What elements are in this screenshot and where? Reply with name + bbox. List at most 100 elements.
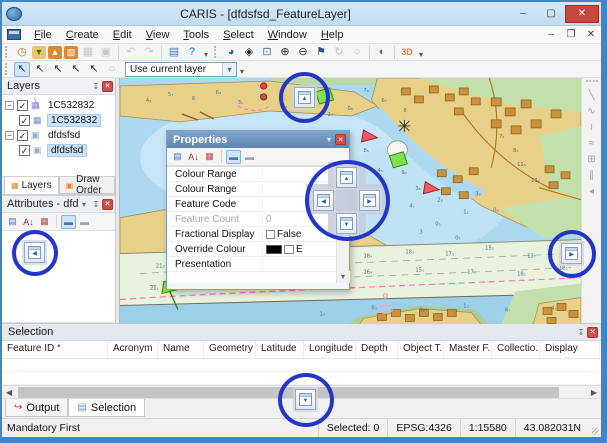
property-row[interactable]: Colour Range: [167, 182, 336, 197]
column-header-object-t[interactable]: Object T...: [398, 341, 444, 358]
grid-view-icon[interactable]: ▦: [202, 150, 217, 164]
menu-view[interactable]: View: [139, 28, 177, 42]
scrollbar-thumb[interactable]: [18, 387, 559, 398]
draw-scurve-icon[interactable]: ≀: [584, 119, 600, 135]
property-value[interactable]: 0: [263, 214, 336, 225]
layer-node[interactable]: −✓▦╲1C532832: [5, 98, 115, 113]
layer-checkbox[interactable]: ✓: [19, 115, 30, 126]
three-d-icon[interactable]: 3D: [399, 45, 415, 60]
zoom-out-icon[interactable]: ⊖: [295, 45, 311, 60]
select-box-icon[interactable]: ↖: [68, 62, 84, 77]
select-box-add-icon[interactable]: ↖: [86, 62, 102, 77]
pin-icon[interactable]: ↧: [90, 80, 102, 92]
dock-guide-up-button[interactable]: ▲: [294, 87, 315, 108]
dock-guide-down-button[interactable]: ▼: [295, 389, 316, 410]
categorized-icon[interactable]: ▤: [170, 150, 185, 164]
layer-node[interactable]: −✓▣dfdsfsd: [5, 128, 115, 143]
maximize-button[interactable]: ▢: [537, 5, 565, 23]
close-icon[interactable]: ✕: [102, 81, 113, 92]
overflow-icon[interactable]: ▾: [419, 50, 423, 60]
tab-selection[interactable]: ▤Selection: [68, 399, 145, 417]
column-header-feature-id[interactable]: Feature ID ▲: [2, 341, 108, 358]
checkbox-icon[interactable]: [266, 230, 275, 239]
categorized-icon[interactable]: ▤: [5, 215, 20, 229]
collapse-arrow-icon[interactable]: ◂: [584, 183, 600, 199]
close-button[interactable]: ✕: [565, 5, 599, 23]
close-icon[interactable]: ✕: [335, 134, 346, 145]
dock-guide-up-button[interactable]: ▲: [336, 167, 357, 188]
redo-icon[interactable]: ↷: [141, 45, 157, 60]
column-header-master-f[interactable]: Master F...: [444, 341, 492, 358]
dock-guide-left-button[interactable]: ◀: [24, 242, 45, 263]
overflow-icon[interactable]: ▾: [240, 67, 244, 77]
layer-checkbox[interactable]: ✓: [19, 145, 30, 156]
draw-sketch-icon[interactable]: ≈: [584, 135, 600, 151]
menu-window[interactable]: Window: [261, 28, 314, 42]
draw-line-icon[interactable]: ╲: [584, 87, 600, 103]
column-header-latitude[interactable]: Latitude: [256, 341, 304, 358]
globe-icon[interactable]: ◕: [223, 45, 239, 60]
toolbar-grip[interactable]: [586, 80, 598, 84]
world-icon[interactable]: ◐: [374, 45, 390, 60]
property-row[interactable]: Feature Count0: [167, 212, 336, 227]
menu-file[interactable]: File: [27, 28, 59, 42]
pane-split-icon[interactable]: ▬: [77, 215, 92, 229]
select-rectangle-icon[interactable]: ↖: [14, 62, 30, 77]
pan-flag-icon[interactable]: ⚑: [313, 45, 329, 60]
paste-icon[interactable]: ▣: [98, 45, 114, 60]
menu-create[interactable]: Create: [59, 28, 106, 42]
dock-guide-right-button[interactable]: ▶: [561, 243, 582, 264]
pane-wide-icon[interactable]: ▬: [226, 150, 241, 164]
menu-tools[interactable]: Tools: [176, 28, 216, 42]
zoom-window-icon[interactable]: ⊡: [259, 45, 275, 60]
dock-guide-left-button[interactable]: ◀: [313, 190, 334, 211]
draw-curve-icon[interactable]: ∿: [584, 103, 600, 119]
compass-icon[interactable]: ◈: [241, 45, 257, 60]
mdi-close-button[interactable]: ✕: [581, 29, 601, 40]
rotate-icon[interactable]: ↻: [331, 45, 347, 60]
menu-help[interactable]: Help: [314, 28, 351, 42]
scroll-right-icon[interactable]: ▶: [587, 386, 601, 399]
import-icon[interactable]: ▲: [48, 46, 62, 59]
tab-layers[interactable]: ▦Layers: [4, 177, 59, 194]
minimize-button[interactable]: –: [509, 5, 537, 23]
column-header-acronym[interactable]: Acronym: [108, 341, 158, 358]
column-header-name[interactable]: Name: [158, 341, 204, 358]
panel-menu-icon[interactable]: ▾: [78, 198, 90, 210]
column-header-display[interactable]: Display: [540, 341, 600, 358]
grid-view-icon[interactable]: ▦: [37, 215, 52, 229]
column-header-longitude[interactable]: Longitude: [304, 341, 356, 358]
dock-guide-right-button[interactable]: ▶: [359, 190, 380, 211]
mdi-minimize-button[interactable]: –: [541, 29, 561, 40]
tab-draw-order[interactable]: ▣Draw Order: [59, 177, 115, 194]
open-icon[interactable]: ▼: [32, 46, 46, 59]
properties-title-bar[interactable]: Properties ▾ ✕: [167, 131, 349, 148]
color-swatch-white[interactable]: [284, 245, 294, 254]
layer-node-child[interactable]: ✓▣dfdsfsd: [5, 143, 115, 158]
resize-grip[interactable]: [589, 419, 601, 437]
pane-wide-icon[interactable]: ▬: [61, 215, 76, 229]
chevron-down-icon[interactable]: ▾: [222, 63, 236, 76]
hatch-icon[interactable]: ∥: [584, 167, 600, 183]
zoom-in-icon[interactable]: ⊕: [277, 45, 293, 60]
mdi-child-icon[interactable]: [7, 29, 21, 40]
layer-label[interactable]: 1C532832: [47, 114, 101, 127]
select-lasso-icon[interactable]: ↖: [32, 62, 48, 77]
save-icon[interactable]: ▦: [80, 45, 96, 60]
column-header-geometry[interactable]: Geometry: [204, 341, 256, 358]
scroll-down-icon[interactable]: ▼: [337, 271, 350, 283]
layer-checkbox[interactable]: ✓: [17, 130, 28, 141]
close-icon[interactable]: ✕: [102, 199, 113, 210]
insert-box-icon[interactable]: ⊞: [584, 151, 600, 167]
current-layer-combobox[interactable]: Use current layer▾: [125, 62, 237, 77]
property-row[interactable]: Feature Code: [167, 197, 336, 212]
property-row[interactable]: Fractional DisplayFalse: [167, 227, 336, 242]
select-zoom-icon[interactable]: ○: [104, 62, 120, 77]
overflow-icon[interactable]: ▾: [204, 50, 208, 60]
menu-select[interactable]: Select: [216, 28, 261, 42]
property-row[interactable]: Override ColourE: [167, 242, 336, 257]
undo-icon[interactable]: ↶: [123, 45, 139, 60]
menu-edit[interactable]: Edit: [106, 28, 139, 42]
layer-label[interactable]: 1C532832: [45, 100, 97, 111]
print-icon[interactable]: ▤: [166, 45, 182, 60]
